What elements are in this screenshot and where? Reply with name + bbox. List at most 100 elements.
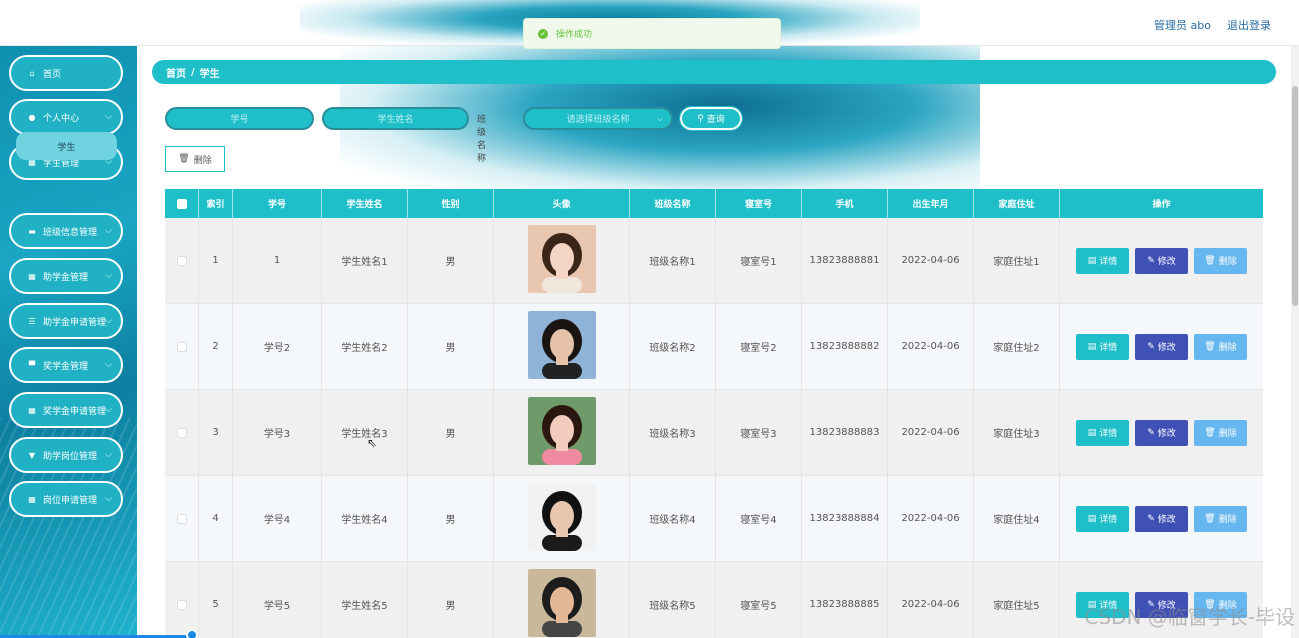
cell-actions: ▤ 详情 ✎ 修改 🗑 删除 (1060, 476, 1263, 561)
row-checkbox[interactable] (176, 427, 187, 438)
detail-button[interactable]: ▤ 详情 (1076, 505, 1129, 532)
header-select-all[interactable] (165, 189, 199, 218)
sidebar-item-0[interactable]: ⌂ 首页 (9, 55, 123, 91)
query-button-label: 查询 (706, 115, 725, 125)
delete-button-label: 删除 (1218, 515, 1237, 525)
batch-delete-button[interactable]: 🗑 删除 (165, 146, 225, 172)
avatar[interactable] (527, 569, 596, 638)
table-header: 索引 学号 学生姓名 性别 头像 班级名称 寝室号 手机 出生年月 家庭住址 操… (165, 189, 1263, 218)
cell-student-name: 学生姓名2 (322, 304, 408, 389)
cell-phone: 13823888882 (802, 304, 888, 389)
class-name-select[interactable]: 请选择班级名称 ⌵ (523, 107, 673, 130)
sidebar-item-label: 助学金申请管理 (43, 317, 107, 328)
row-select[interactable] (165, 218, 199, 303)
delete-button[interactable]: 🗑 删除 (1194, 247, 1247, 274)
cell-index: 2 (199, 304, 233, 389)
avatar[interactable] (527, 225, 596, 296)
row-select[interactable] (165, 562, 199, 638)
edit-button[interactable]: ✎ 修改 (1135, 419, 1188, 446)
toast-message: 操作成功 (556, 30, 593, 40)
header-student-no: 学号 (233, 189, 322, 218)
row-select[interactable] (165, 304, 199, 389)
pencil-icon: ✎ (1147, 341, 1155, 352)
user-icon: ● (28, 112, 36, 122)
cell-student-no: 1 (233, 218, 322, 303)
sidebar-item-4[interactable]: ▦ 助学金管理 ⌵ (9, 258, 123, 294)
table-row: 3 学号3 学生姓名3 男 班级名称3 寝室号3 13823888883 2022-04-06… (165, 390, 1263, 476)
search-icon: ⚲ (697, 113, 704, 124)
row-checkbox[interactable] (176, 599, 187, 610)
student-name-input[interactable]: 学生姓名 (322, 107, 469, 130)
header-index: 索引 (199, 189, 233, 218)
header-birth: 出生年月 (888, 189, 974, 218)
detail-button-label: 详情 (1099, 429, 1118, 439)
detail-button[interactable]: ▤ 详情 (1076, 419, 1129, 446)
scrollbar-thumb[interactable] (1292, 86, 1298, 306)
cell-avatar (494, 476, 630, 561)
breadcrumb-current: 学生 (199, 68, 220, 80)
sidebar-item-5[interactable]: ☰ 助学金申请管理 ⌵ (9, 303, 123, 339)
success-toast: ✓ 操作成功 (523, 18, 781, 49)
edit-button[interactable]: ✎ 修改 (1135, 333, 1188, 360)
sidebar-item-9[interactable]: ▦ 岗位申请管理 ⌵ (9, 481, 123, 517)
cell-birth: 2022-04-06 (888, 476, 974, 561)
grid-icon: ▦ (28, 494, 36, 504)
sidebar-item-1[interactable]: ● 个人中心 ⌵ (9, 99, 123, 135)
delete-button[interactable]: 🗑 删除 (1194, 419, 1247, 446)
delete-button[interactable]: 🗑 删除 (1194, 505, 1247, 532)
row-select[interactable] (165, 476, 199, 561)
cell-gender: 男 (408, 562, 494, 638)
detail-button[interactable]: ▤ 详情 (1076, 333, 1129, 360)
chevron-down-icon: ⌵ (105, 360, 112, 370)
row-checkbox[interactable] (176, 513, 187, 524)
avatar[interactable] (527, 311, 596, 382)
edit-button-label: 修改 (1157, 257, 1176, 267)
avatar[interactable] (527, 397, 596, 468)
cell-dorm: 寝室号4 (716, 476, 802, 561)
sidebar-item-7[interactable]: ▦ 奖学金申请管理 ⌵ (9, 392, 123, 428)
header-student-name: 学生姓名 (322, 189, 408, 218)
sidebar-item-label: 个人中心 (43, 113, 80, 124)
sidebar-item-8[interactable]: ▼ 助学岗位管理 ⌵ (9, 437, 123, 473)
document-icon: ▤ (1087, 255, 1097, 266)
query-button[interactable]: ⚲ 查询 (679, 106, 743, 131)
select-all-checkbox[interactable] (176, 198, 187, 209)
breadcrumb-home[interactable]: 首页 (166, 65, 186, 80)
cell-phone: 13823888884 (802, 476, 888, 561)
cell-phone: 13823888883 (802, 390, 888, 475)
edit-button[interactable]: ✎ 修改 (1135, 247, 1188, 274)
row-checkbox[interactable] (176, 255, 187, 266)
detail-button[interactable]: ▤ 详情 (1076, 247, 1129, 274)
sidebar-item-6[interactable]: ▀ 奖学金管理 ⌵ (9, 347, 123, 383)
student-no-input[interactable]: 学号 (165, 107, 314, 130)
submenu-item-student[interactable]: 学生 (16, 132, 117, 160)
header-avatar: 头像 (494, 189, 630, 218)
cell-gender: 男 (408, 218, 494, 303)
top-right-menu: 管理员 abo 退出登录 (1154, 17, 1271, 33)
table-body: 1 1 学生姓名1 男班级名称1 寝室号1 13823888881 2022-04-06 家庭… (165, 218, 1263, 638)
cell-index: 1 (199, 218, 233, 303)
cell-student-no: 学号2 (233, 304, 322, 389)
cell-address: 家庭住址2 (974, 304, 1060, 389)
avatar[interactable] (527, 483, 596, 554)
admin-user-label[interactable]: 管理员 abo (1154, 17, 1211, 33)
cell-gender: 男 (408, 476, 494, 561)
cell-index: 4 (199, 476, 233, 561)
cell-student-name: 学生姓名4 (322, 476, 408, 561)
logout-link[interactable]: 退出登录 (1227, 17, 1271, 33)
edit-button[interactable]: ✎ 修改 (1135, 505, 1188, 532)
grid-icon: ▦ (28, 405, 36, 415)
cell-dorm: 寝室号2 (716, 304, 802, 389)
delete-button[interactable]: 🗑 删除 (1194, 333, 1247, 360)
cell-avatar (494, 390, 630, 475)
breadcrumb: 首页 / 学生 (152, 60, 1276, 84)
row-select[interactable] (165, 390, 199, 475)
pencil-icon: ✎ (1147, 513, 1155, 524)
progress-dot (186, 629, 198, 638)
chevron-down-icon: ⌵ (105, 112, 112, 122)
cell-phone: 13823888885 (802, 562, 888, 638)
pencil-icon: ✎ (1147, 255, 1155, 266)
page-scrollbar[interactable] (1291, 46, 1299, 638)
sidebar-item-3[interactable]: ▬ 班级信息管理 ⌵ (9, 213, 123, 249)
row-checkbox[interactable] (176, 341, 187, 352)
